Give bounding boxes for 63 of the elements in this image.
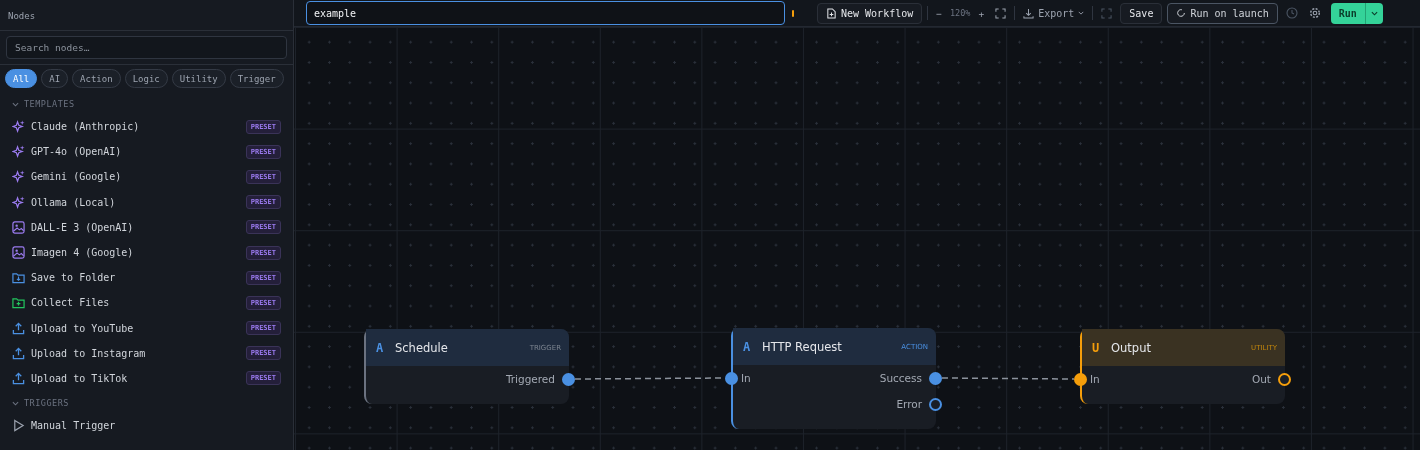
download-icon: [1023, 7, 1035, 19]
node-type-letter: A: [376, 340, 385, 355]
template-item[interactable]: Ollama (Local): [31, 196, 246, 208]
section-heading: TRIGGERS: [24, 398, 69, 409]
export-button[interactable]: Export: [1020, 7, 1088, 19]
template-item[interactable]: DALL-E 3 (OpenAI): [31, 221, 246, 233]
upload-icon: [12, 346, 25, 360]
port-label: Success: [879, 371, 922, 386]
template-item[interactable]: Gemini (Google): [31, 171, 246, 183]
zoom-in-button[interactable]: +: [975, 7, 988, 19]
template-item[interactable]: Manual Trigger: [31, 420, 281, 432]
zoom-level: 120%: [950, 8, 971, 18]
filter-chip[interactable]: AI: [41, 69, 69, 88]
run-on-launch-button[interactable]: Run on launch: [1167, 2, 1278, 24]
zoom-out-button[interactable]: −: [933, 7, 945, 19]
template-item[interactable]: Collect Files: [31, 297, 246, 309]
filter-chip[interactable]: Trigger: [229, 69, 284, 88]
section-heading: TEMPLATES: [24, 99, 75, 109]
node-title: Output: [1111, 340, 1152, 355]
template-item[interactable]: Upload to YouTube: [31, 322, 246, 334]
chevron-icon[interactable]: [12, 100, 19, 108]
sparkle-icon: [12, 120, 25, 134]
save-button[interactable]: Save: [1120, 2, 1163, 24]
node-title: Schedule: [395, 340, 449, 355]
caret-icon: [1370, 9, 1378, 17]
sparkle-icon: [12, 170, 25, 184]
search-field[interactable]: Search nodes…: [6, 36, 287, 59]
settings-icon[interactable]: [1308, 7, 1321, 19]
port-label: Error: [896, 397, 922, 412]
file-plus-icon: [826, 7, 837, 19]
template-item[interactable]: Claude (Anthropic): [31, 121, 246, 133]
image-icon: [12, 220, 25, 234]
node-title: HTTP Request: [762, 339, 843, 354]
node-type-letter: A: [743, 339, 752, 354]
image-icon: [12, 246, 25, 260]
template-item[interactable]: Imagen 4 (Google): [31, 247, 246, 259]
folder-plus-icon: [12, 296, 25, 310]
node-type-letter: U: [1092, 340, 1101, 355]
port-label: Out: [1251, 372, 1271, 387]
port-label: Triggered: [505, 372, 555, 387]
workflow-title-field[interactable]: example: [306, 1, 785, 25]
fit-view-icon[interactable]: [995, 7, 1007, 19]
upload-icon: [12, 371, 25, 385]
port-label: In: [741, 371, 751, 386]
filter-chip[interactable]: Action: [72, 69, 121, 88]
caret-icon: [1078, 10, 1085, 16]
filter-chip[interactable]: Logic: [124, 69, 168, 88]
sparkle-icon: [12, 195, 25, 209]
chevron-icon[interactable]: [12, 399, 19, 407]
sparkle-icon: [12, 145, 25, 159]
template-item[interactable]: Upload to Instagram: [31, 347, 246, 359]
template-item[interactable]: Save to Folder: [31, 272, 246, 284]
upload-icon: [12, 321, 25, 335]
filter-chip[interactable]: Utility: [171, 69, 226, 88]
template-item[interactable]: Upload to TikTok: [31, 372, 246, 384]
new-workflow-button[interactable]: New Workflow: [817, 2, 923, 24]
refresh-icon: [1176, 8, 1187, 18]
play-icon: [12, 419, 25, 433]
folder-download-icon: [12, 271, 25, 285]
sidebar-title: Nodes: [0, 0, 293, 31]
run-button[interactable]: Run: [1330, 2, 1365, 24]
template-item[interactable]: GPT-4o (OpenAI): [31, 146, 246, 158]
port-label: In: [1090, 372, 1100, 387]
